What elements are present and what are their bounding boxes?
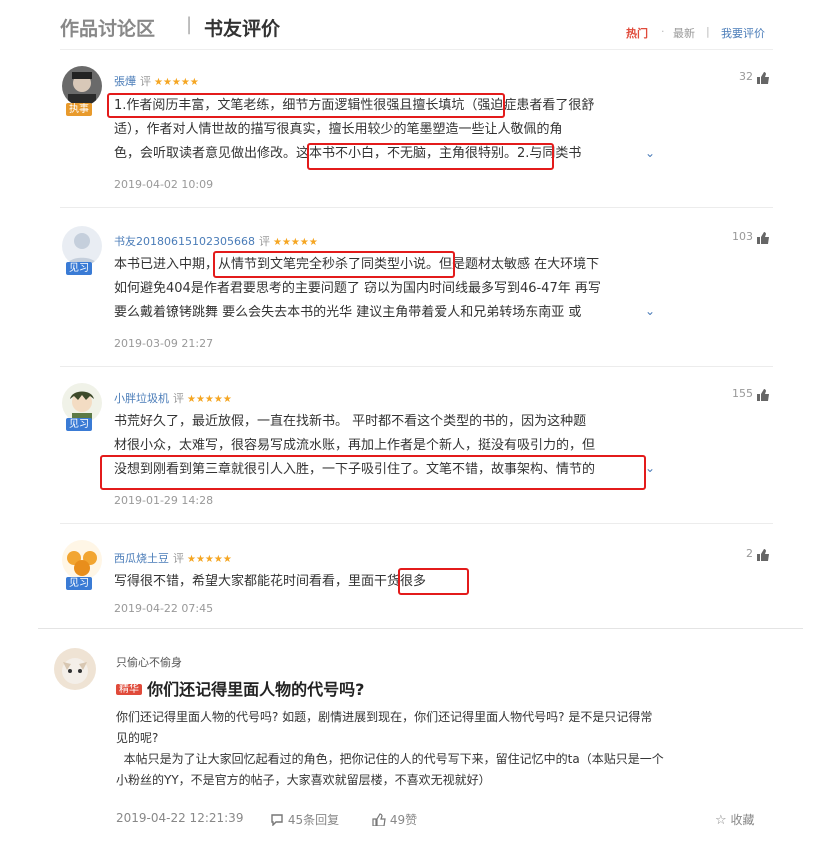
like-count: 103 [732,230,753,243]
post-like-button[interactable]: 49赞 [372,811,417,828]
like-button[interactable]: 103 [690,230,770,244]
post-line: 见的呢? [116,731,159,745]
post-line: 你们还记得里面人物的代号吗? 如题，剧情进展到现在，你们还记得里面人物代号吗? … [116,710,653,724]
section-title-reviews[interactable]: 书友评价 [204,14,280,41]
role-badge: 见习 [66,418,92,431]
review-line: 要么戴着镣铐跳舞 要么会失去本书的光华 建议主角带着爱人和兄弟转场东南亚 或 [114,305,582,320]
post-title-row: 精华 你们还记得里面人物的代号吗? [116,676,364,700]
review-header: 西瓜烧土豆评 ★★★★★ [114,547,232,566]
expand-chevron-icon[interactable]: ⌄ [645,304,655,318]
sort-dot: · [661,25,665,38]
avatar [54,648,96,690]
review-date: 2019-01-29 14:28 [114,494,214,507]
divider [60,523,773,524]
favorite-label: 收藏 [730,813,755,827]
reply-count-button[interactable]: 45条回复 [270,811,339,828]
review-header: 小胖垃圾机评 ★★★★★ [114,387,232,406]
reply-count: 45条回复 [287,813,340,827]
like-button[interactable]: 2 [690,547,770,561]
comment-icon [271,814,283,827]
review-header: 張燁评 ★★★★★ [114,70,199,89]
highlight-box [213,251,455,278]
review-date: 2019-03-09 21:27 [114,337,214,350]
review-tag: 评 [173,392,184,405]
highlight-box [307,143,554,170]
star-rating: ★★★★★ [187,394,232,405]
avatar[interactable] [62,66,102,106]
review-item [62,383,102,423]
featured-badge: 精华 [116,684,142,695]
avatar[interactable] [62,383,102,423]
post-like-count: 49赞 [389,813,418,827]
avatar[interactable] [62,226,102,266]
cartoon-avatar-icon [67,551,97,576]
review-tag: 评 [173,552,184,565]
highlight-box [100,455,646,490]
like-button[interactable]: 155 [690,387,770,401]
sort-separator: | [706,25,710,38]
my-review-link[interactable]: 我要评价 [721,25,765,41]
post-author-name[interactable]: 只偷心不偷身 [116,654,182,670]
divider [60,366,773,367]
thumb-up-icon [372,813,386,827]
review-header: 书友20180615102305668 评 ★★★★★ [114,230,318,249]
review-item [62,66,102,106]
thumb-up-icon [757,71,769,84]
role-badge: 见习 [66,262,92,275]
post-body: 你们还记得里面人物的代号吗? 如题，剧情进展到现在，你们还记得里面人物代号吗? … [116,707,776,791]
star-outline-icon: ☆ [715,813,727,828]
favorite-button[interactable]: ☆ 收藏 [715,811,755,828]
thumb-up-icon [757,231,769,244]
header-divider [60,49,773,50]
like-count: 155 [732,387,753,400]
highlight-box [398,568,469,595]
divider [60,207,773,208]
username[interactable]: 小胖垃圾机 [114,392,169,405]
like-button[interactable]: 32 [690,70,770,84]
username[interactable]: 張燁 [114,75,136,88]
user-photo-icon [68,72,96,106]
review-item [62,226,102,266]
highlight-box [107,93,505,118]
review-line: 书荒好久了，最近放假，一直在找新书。 平时都不看这个类型的书的，因为这种题 [114,414,587,429]
review-tag: 评 [140,75,151,88]
review-line: 写得很不错，希望大家都能花时间看看，里面干货很多 [114,574,427,589]
like-count: 2 [746,547,753,560]
post-title[interactable]: 你们还记得里面人物的代号吗? [147,680,364,699]
sort-hot-tab[interactable]: 热门 [626,25,648,41]
post-line: 本帖只是为了让大家回忆起看过的角色，把你记住的人的代号写下来，留住记忆中的ta（… [116,752,664,766]
post-date: 2019-04-22 12:21:39 [116,811,244,825]
post-author-avatar[interactable] [54,648,96,690]
cat-avatar-icon [62,658,88,684]
sort-latest-tab[interactable]: 最新 [673,25,695,41]
expand-chevron-icon[interactable]: ⌄ [645,146,655,160]
star-rating: ★★★★★ [154,77,199,88]
post-line: 小粉丝的YY，不是官方的帖子，大家喜欢就留层楼，不喜欢无视就好） [116,773,491,787]
divider [38,628,803,629]
username[interactable]: 西瓜烧土豆 [114,552,169,565]
review-line: 如何避免404是作者君要思考的主要问题了 窃以为国内时间线最多写到46-47年 … [114,281,601,296]
review-item [62,540,102,580]
cartoon-avatar-icon [70,391,94,423]
review-line: 适），作者对人情世故的描写很真实，擅长用较少的笔墨塑造一些让人敬佩的角 [114,122,563,137]
role-badge: 执事 [66,103,92,116]
star-rating: ★★★★★ [187,554,232,565]
review-date: 2019-04-22 07:45 [114,602,214,615]
like-count: 32 [739,70,753,83]
default-user-icon [66,233,98,266]
section-title-discussion[interactable]: 作品讨论区 [60,14,155,41]
thumb-up-icon [757,388,769,401]
review-tag: 评 [258,235,270,248]
avatar[interactable] [62,540,102,580]
username[interactable]: 书友20180615102305668 [114,235,255,248]
role-badge: 见习 [66,577,92,590]
header-separator: | [186,14,193,35]
expand-chevron-icon[interactable]: ⌄ [645,461,655,475]
review-date: 2019-04-02 10:09 [114,178,214,191]
star-rating: ★★★★★ [272,237,318,248]
review-body: 写得很不错，希望大家都能花时间看看，里面干货很多 [114,570,654,594]
thumb-up-icon [757,548,769,561]
